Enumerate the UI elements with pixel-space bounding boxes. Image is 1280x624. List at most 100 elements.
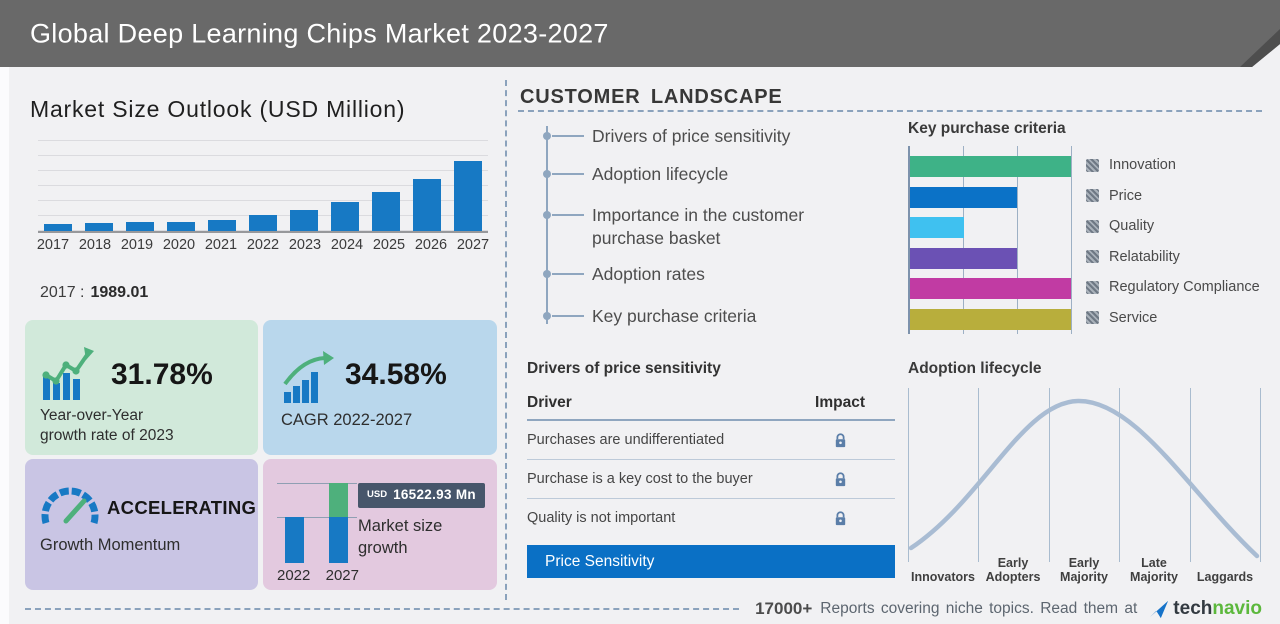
legend-item: Quality [1086,211,1260,242]
key-purchase-criteria-chart [908,146,1073,334]
impact-cell [785,471,895,488]
base-year-label: 2017 : [40,284,84,301]
lifecycle-stage-label: Innovators [908,570,978,584]
price-sensitivity-highlight-row: Price Sensitivity [527,545,895,578]
year-label: 2021 [200,237,242,253]
lifecycle-stage-label: Laggards [1190,570,1260,584]
driver-label: Purchase is a key cost to the buyer [527,471,785,487]
year-label: 2017 [32,237,74,253]
bar-slot [243,139,284,231]
drivers-rows: Purchases are undifferentiated Purchase i… [527,421,895,537]
criteria-gridline [1071,146,1072,334]
lifecycle-stage-label: LateMajority [1119,556,1189,584]
legend-label: Relatability [1109,249,1180,265]
driver-row: Purchases are undifferentiated [527,421,895,460]
market-bar-2019 [126,222,154,231]
market-chart-labels: 2017201820192020202120222023202420252026… [32,237,494,253]
legend-item: Price [1086,181,1260,212]
market-bar-2024 [331,202,359,231]
lifecycle-stage-label: EarlyMajority [1049,556,1119,584]
stacked-growth-bars-icon: 2022 2027 [277,479,359,583]
connector-line [552,214,584,216]
market-bar-2022 [249,215,277,231]
market-bar-2025 [372,192,400,231]
price-sensitivity-label: Price Sensitivity [527,553,785,571]
growth-year-start: 2022 [277,567,310,584]
dashed-underline [518,110,1262,112]
bar-slot [365,139,406,231]
vertical-dashed-divider [505,80,507,600]
bar-slot [38,139,79,231]
hatched-square-icon [1086,250,1099,263]
footer: 17000+ Reports covering niche topics. Re… [25,596,1262,622]
market-bar-2017 [44,224,72,231]
bar-slot [283,139,324,231]
connector-line [552,135,584,137]
bar-2027-growth-segment [329,483,348,517]
hatched-square-icon [1086,159,1099,172]
landscape-item: Adoption lifecycle [592,163,728,186]
base-year-value: 2017 :1989.01 [40,284,148,302]
market-size-chart [38,139,488,233]
driver-row: Purchase is a key cost to the buyer [527,460,895,499]
year-label: 2025 [368,237,410,253]
hatched-square-icon [1086,220,1099,233]
badge-currency: USD [367,489,387,500]
infographic-page: Global Deep Learning Chips Market 2023-2… [0,0,1280,624]
hatched-square-icon [1086,189,1099,202]
legend-item: Relatability [1086,242,1260,273]
lifecycle-gridline [908,388,909,562]
yoy-growth-label-line2: growth rate of 2023 [40,426,174,446]
legend-item: Innovation [1086,150,1260,181]
legend-label: Price [1109,188,1142,204]
legend-item: Regulatory Compliance [1086,272,1260,303]
year-label: 2020 [158,237,200,253]
market-bar-2018 [85,223,113,231]
bell-curve [908,388,1260,562]
hatched-square-icon [1086,311,1099,324]
year-label: 2024 [326,237,368,253]
impact-cell [785,510,895,527]
price-drivers-title: Drivers of price sensitivity [527,360,721,378]
criteria-bar [910,278,1071,299]
lifecycle-gridline [978,388,979,562]
legend-item: Service [1086,303,1260,334]
landscape-item: Key purchase criteria [592,305,756,328]
bullet-dot [543,211,551,219]
key-purchase-criteria-title: Key purchase criteria [908,120,1066,138]
lock-icon [833,471,848,488]
market-bar-2023 [290,210,318,231]
growth-year-end: 2027 [326,567,359,584]
market-size-growth-card: 2022 2027 USD16522.93 Mn Market size gro… [263,459,497,590]
adoption-lifecycle-title: Adoption lifecycle [908,360,1042,378]
cagr-value: 34.58% [345,358,447,392]
bullet-dot [543,312,551,320]
driver-label: Quality is not important [527,510,785,526]
bullet-dot [543,170,551,178]
market-outlook-title: Market Size Outlook (USD Million) [30,96,405,123]
criteria-bar [910,156,1071,177]
lock-icon [833,432,848,449]
lifecycle-stage-label: EarlyAdopters [978,556,1048,584]
hatched-square-icon [1086,281,1099,294]
landscape-item: Importance in the customer purchase bask… [592,204,837,250]
cagr-label: CAGR 2022-2027 [281,410,412,430]
footer-dashed-line [25,608,739,610]
legend-label: Service [1109,310,1157,326]
landscape-list: Drivers of price sensitivityAdoption lif… [530,122,900,334]
year-label: 2027 [452,237,494,253]
growth-label-line1: Market size [358,515,442,537]
growth-curve-arrow-icon [281,350,339,404]
bar-chart-trend-icon [39,344,103,404]
driver-column-header: Driver [527,394,785,412]
bar-2027-base-segment [329,517,348,563]
market-bar-2020 [167,222,195,231]
criteria-bar [910,217,964,238]
impact-cell [785,432,895,449]
impact-column-header: Impact [785,394,895,412]
year-label: 2023 [284,237,326,253]
yoy-growth-label-line1: Year-over-Year [40,406,174,426]
year-label: 2018 [74,237,116,253]
technavio-logo[interactable]: technavio [1149,598,1262,620]
lifecycle-gridline [1049,388,1050,562]
